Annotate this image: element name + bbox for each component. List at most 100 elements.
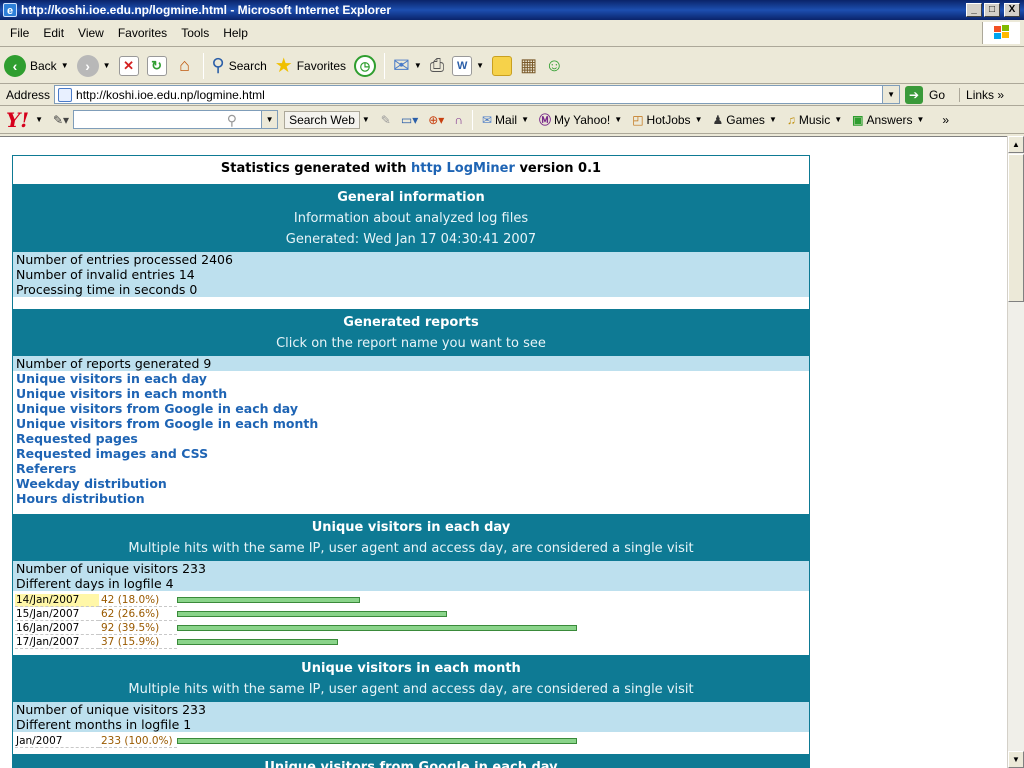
headphones-icon: ∩ xyxy=(454,112,463,127)
back-dropdown-icon[interactable]: ▼ xyxy=(61,61,69,70)
address-url[interactable]: http://koshi.ioe.edu.np/logmine.html xyxy=(76,88,265,102)
answers-button[interactable]: ▣ Answers ▼ xyxy=(847,113,929,127)
research-button[interactable]: ▦ xyxy=(516,51,541,81)
games-button[interactable]: ♟ Games ▼ xyxy=(707,113,781,127)
report-link-google-daily[interactable]: Unique visitors from Google in each day xyxy=(16,401,806,416)
google-daily-header: Unique visitors from Google in each day xyxy=(13,754,809,768)
bar xyxy=(177,738,577,744)
report-link-pages[interactable]: Requested pages xyxy=(16,431,806,446)
yahoo-menu-dropdown-icon[interactable]: ▼ xyxy=(35,115,43,124)
highlight-button[interactable]: ✎ xyxy=(376,113,396,127)
pencil-icon[interactable]: ✎▾ xyxy=(53,113,69,127)
reports-title: Generated reports xyxy=(343,315,479,330)
report-link-monthly[interactable]: Unique visitors in each month xyxy=(16,386,806,401)
reports-subtitle: Click on the report name you want to see xyxy=(276,336,546,351)
ie-icon: e xyxy=(3,3,17,17)
hotjobs-button[interactable]: ◰ HotJobs ▼ xyxy=(627,113,707,127)
home-icon: ⌂ xyxy=(179,55,190,75)
menu-tools[interactable]: Tools xyxy=(174,26,216,40)
joystick-icon: ♟ xyxy=(712,112,724,127)
vertical-scrollbar[interactable]: ▲ ▼ xyxy=(1007,136,1024,768)
forward-dropdown-icon[interactable]: ▼ xyxy=(103,61,111,70)
target-icon: ⊕▾ xyxy=(428,112,445,127)
page-icon xyxy=(58,87,73,102)
logminer-link[interactable]: http LogMiner xyxy=(411,161,515,176)
monthly-visitors-header: Unique visitors in each month Multiple h… xyxy=(13,655,809,702)
edit-dropdown-icon[interactable]: ▼ xyxy=(476,61,484,70)
history-button[interactable]: ◷ xyxy=(350,51,380,81)
bar xyxy=(177,625,577,631)
mail-button[interactable]: ✉ ▼ xyxy=(389,51,426,81)
mail-dropdown-icon[interactable]: ▼ xyxy=(414,61,422,70)
headphones-button[interactable]: ∩ xyxy=(449,113,468,127)
title-bar: e http://koshi.ioe.edu.np/logmine.html -… xyxy=(0,0,1024,20)
address-dropdown-icon[interactable]: ▼ xyxy=(882,86,900,103)
menu-view[interactable]: View xyxy=(71,26,111,40)
monthly-unique-count: Number of unique visitors 233 xyxy=(16,702,206,717)
yahoo-toolbar: Y! ▼ ✎▾ ⚲ ▼ Search Web ▼ ✎ ▭▾ ⊕▾ ∩ ✉ Mai… xyxy=(0,106,1024,134)
yahoo-mail-button[interactable]: ✉ Mail ▼ xyxy=(477,113,534,127)
bar-row: 14/Jan/2007 42 (18.0%) xyxy=(15,593,807,607)
menu-bar: File Edit View Favorites Tools Help xyxy=(0,20,1024,47)
bar-row: 15/Jan/2007 62 (26.6%) xyxy=(15,607,807,621)
mail-icon: ✉ xyxy=(481,112,493,127)
answers-icon: ▣ xyxy=(852,112,864,127)
menu-file[interactable]: File xyxy=(0,26,36,40)
yahoo-search-dropdown-icon[interactable]: ▼ xyxy=(261,111,278,128)
page-viewport: Statistics generated with http LogMiner … xyxy=(0,136,1007,768)
bar-label: 14/Jan/2007 xyxy=(15,593,99,607)
word-edit-icon: W xyxy=(452,55,473,76)
stop-button[interactable]: ✕ xyxy=(115,51,143,81)
monthly-visitors-info: Number of unique visitors 233 Different … xyxy=(13,702,809,732)
favorites-button[interactable]: ★ Favorites xyxy=(271,51,350,81)
yahoo-more-button[interactable]: » xyxy=(937,113,954,127)
search-button[interactable]: ⚲ Search xyxy=(208,51,271,81)
scroll-up-arrow-icon[interactable]: ▲ xyxy=(1008,136,1024,153)
report-link-hours[interactable]: Hours distribution xyxy=(16,491,806,506)
yahoo-search-input[interactable]: ⚲ ▼ xyxy=(73,110,279,129)
layout-button[interactable]: ▭▾ xyxy=(396,113,423,127)
messenger-button[interactable]: ☺ xyxy=(541,51,567,81)
print-button[interactable]: ⎙ xyxy=(426,51,448,81)
hotjobs-icon: ◰ xyxy=(632,112,644,127)
antispy-button[interactable]: ⊕▾ xyxy=(423,113,449,127)
yahoo-logo[interactable]: Y! xyxy=(6,108,29,132)
refresh-button[interactable]: ↻ xyxy=(143,51,171,81)
favorites-star-icon: ★ xyxy=(274,55,293,77)
address-input[interactable]: http://koshi.ioe.edu.np/logmine.html ▼ xyxy=(54,85,901,104)
general-info-header: General information Information about an… xyxy=(13,184,809,252)
menu-help[interactable]: Help xyxy=(216,26,255,40)
go-button[interactable]: ➔ Go xyxy=(905,85,945,104)
search-web-dropdown-icon[interactable]: ▼ xyxy=(362,115,370,124)
forward-button[interactable]: › ▼ xyxy=(73,51,115,81)
music-button[interactable]: ♫ Music ▼ xyxy=(782,113,847,127)
scroll-thumb[interactable] xyxy=(1008,154,1024,302)
maximize-button[interactable]: □ xyxy=(984,3,1000,17)
general-info-title: General information xyxy=(337,190,485,205)
search-web-button[interactable]: Search Web xyxy=(284,110,360,129)
minimize-button[interactable]: _ xyxy=(966,3,982,17)
edit-button[interactable]: W ▼ xyxy=(448,51,488,81)
bar-row: 17/Jan/2007 37 (15.9%) xyxy=(15,635,807,649)
highlight-icon: ✎ xyxy=(380,112,391,127)
window-icon: ▭▾ xyxy=(400,112,419,127)
messenger-people-icon: ☺ xyxy=(545,55,564,75)
my-yahoo-button[interactable]: Ⓜ My Yahoo! ▼ xyxy=(534,111,627,128)
menu-edit[interactable]: Edit xyxy=(36,26,71,40)
close-button[interactable]: X xyxy=(1004,3,1020,17)
bar-count: 42 (18.0%) xyxy=(99,594,177,607)
report-link-weekday[interactable]: Weekday distribution xyxy=(16,476,806,491)
discuss-button[interactable] xyxy=(488,51,516,81)
general-info-subtitle: Information about analyzed log files xyxy=(293,211,529,226)
links-button[interactable]: Links » xyxy=(959,87,1004,102)
menu-favorites[interactable]: Favorites xyxy=(111,26,174,40)
report-link-images[interactable]: Requested images and CSS xyxy=(16,446,806,461)
report-link-daily[interactable]: Unique visitors in each day xyxy=(16,371,806,386)
scroll-down-arrow-icon[interactable]: ▼ xyxy=(1008,751,1024,768)
toolbar-separator xyxy=(202,52,204,79)
back-button[interactable]: ‹ Back ▼ xyxy=(0,51,73,81)
home-button[interactable]: ⌂ xyxy=(171,51,199,81)
daily-unique-count: Number of unique visitors 233 xyxy=(16,561,206,576)
report-link-referers[interactable]: Referers xyxy=(16,461,806,476)
report-link-google-monthly[interactable]: Unique visitors from Google in each mont… xyxy=(16,416,806,431)
